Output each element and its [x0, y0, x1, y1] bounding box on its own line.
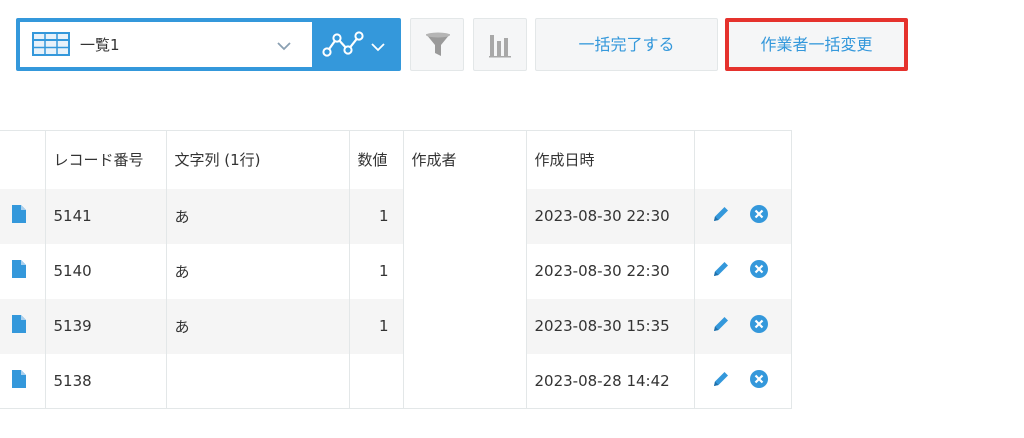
row-actions [693, 353, 792, 409]
bulk-complete-button[interactable]: 一括完了する [535, 18, 718, 71]
table-row: 5140 あ 1 2023-08-30 22:30 [0, 243, 792, 299]
chevron-down-icon[interactable] [276, 37, 292, 56]
created-at-cell: 2023-08-28 14:42 [525, 353, 694, 409]
number-cell: 1 [348, 243, 403, 299]
view-dropdown[interactable]: 一覧1 [20, 22, 312, 67]
record-table: レコード番号 文字列 (1行) 数値 作成者 作成日時 5141 あ 1 202… [0, 130, 792, 409]
close-circle-icon[interactable] [749, 259, 769, 283]
created-at-cell: 2023-08-30 15:35 [525, 298, 694, 354]
record-no-cell: 5138 [44, 353, 166, 409]
close-circle-icon[interactable] [749, 204, 769, 228]
record-detail-link[interactable] [0, 298, 45, 354]
text-cell: あ [165, 298, 349, 354]
column-header-created-at[interactable]: 作成日時 [525, 130, 694, 189]
created-at-cell: 2023-08-30 22:30 [525, 243, 694, 299]
record-detail-link[interactable] [0, 243, 45, 299]
view-name: 一覧1 [80, 36, 120, 54]
table-row: 5138 2023-08-28 14:42 [0, 353, 792, 409]
chevron-down-icon[interactable] [370, 38, 386, 57]
creator-cell [402, 188, 526, 244]
actions-column-header [693, 130, 792, 189]
pencil-icon[interactable] [711, 204, 731, 228]
table-header-row: レコード番号 文字列 (1行) 数値 作成者 作成日時 [0, 130, 792, 189]
creator-cell [402, 353, 526, 409]
text-cell: あ [165, 243, 349, 299]
bulk-assignee-change-button[interactable]: 作業者一括変更 [725, 18, 908, 71]
record-no-cell: 5140 [44, 243, 166, 299]
view-selector[interactable]: 一覧1 [16, 18, 401, 71]
number-cell: 1 [348, 298, 403, 354]
record-detail-link[interactable] [0, 188, 45, 244]
document-icon [12, 369, 26, 388]
created-at-cell: 2023-08-30 22:30 [525, 188, 694, 244]
column-header-creator[interactable]: 作成者 [402, 130, 526, 189]
row-actions [693, 188, 792, 244]
table-row: 5141 あ 1 2023-08-30 22:30 [0, 188, 792, 244]
document-icon [12, 315, 26, 333]
document-icon [12, 260, 26, 278]
row-actions [693, 243, 792, 299]
record-no-cell: 5139 [44, 298, 166, 354]
table-list-icon [32, 32, 70, 60]
column-header-text[interactable]: 文字列 (1行) [165, 130, 349, 189]
row-actions [693, 298, 792, 354]
creator-cell [402, 298, 526, 354]
icon-column-header [0, 130, 45, 189]
number-cell [348, 353, 403, 409]
document-icon [12, 205, 26, 223]
text-cell [165, 353, 349, 409]
pencil-icon[interactable] [711, 369, 731, 393]
record-detail-link[interactable] [0, 353, 45, 409]
pencil-icon[interactable] [711, 259, 731, 283]
close-circle-icon[interactable] [749, 369, 769, 393]
close-circle-icon[interactable] [749, 314, 769, 338]
pencil-icon[interactable] [711, 314, 731, 338]
line-graph-icon[interactable] [322, 28, 364, 64]
column-header-record-no[interactable]: レコード番号 [44, 130, 166, 189]
number-cell: 1 [348, 188, 403, 244]
record-no-cell: 5141 [44, 188, 166, 244]
chart-button[interactable] [473, 18, 527, 71]
table-row: 5139 あ 1 2023-08-30 15:35 [0, 298, 792, 354]
filter-button[interactable] [410, 18, 464, 71]
column-header-number[interactable]: 数値 [348, 130, 403, 189]
creator-cell [402, 243, 526, 299]
text-cell: あ [165, 188, 349, 244]
